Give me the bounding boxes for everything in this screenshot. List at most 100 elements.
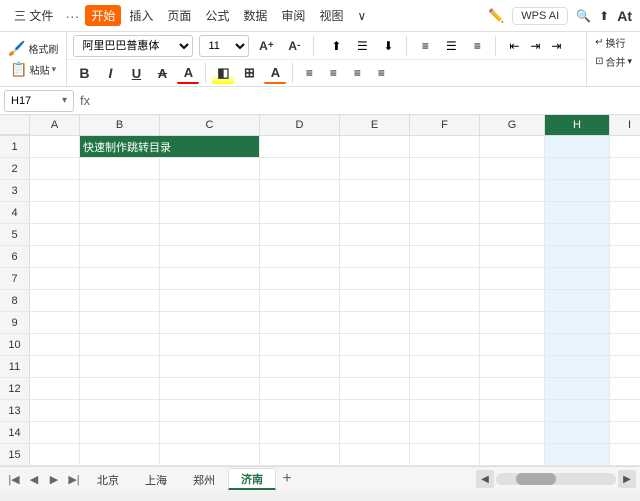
- align-left2-button[interactable]: ≡: [299, 63, 319, 83]
- menu-home[interactable]: 开始: [85, 5, 121, 26]
- row-header-7[interactable]: 7: [0, 268, 30, 289]
- italic-button[interactable]: I: [99, 62, 121, 84]
- row-header-4[interactable]: 4: [0, 202, 30, 223]
- cell-h10[interactable]: [545, 334, 610, 355]
- fx-icon[interactable]: fx: [78, 91, 92, 110]
- cell-d8[interactable]: [260, 290, 340, 311]
- cell-i14[interactable]: [610, 422, 640, 443]
- menu-formula[interactable]: 公式: [199, 5, 235, 26]
- row-header-13[interactable]: 13: [0, 400, 30, 421]
- formula-input[interactable]: [96, 92, 636, 110]
- cell-g4[interactable]: [480, 202, 545, 223]
- cell-h2[interactable]: [545, 158, 610, 179]
- text-color-btn2[interactable]: A: [264, 62, 286, 84]
- cell-c11[interactable]: [160, 356, 260, 377]
- align-top-button[interactable]: ⬆: [326, 36, 346, 56]
- align-justify-button[interactable]: ≡: [371, 63, 391, 83]
- row-header-15[interactable]: 15: [0, 444, 30, 465]
- decrease-indent-button[interactable]: ⇤: [504, 36, 524, 56]
- cell-g7[interactable]: [480, 268, 545, 289]
- col-header-i[interactable]: I: [610, 115, 640, 135]
- col-header-h[interactable]: H: [545, 115, 610, 135]
- cell-h4[interactable]: [545, 202, 610, 223]
- font-color-button[interactable]: A: [177, 62, 199, 84]
- scroll-left-button[interactable]: ◀: [476, 470, 494, 488]
- cell-e1[interactable]: [340, 136, 410, 157]
- row-header-6[interactable]: 6: [0, 246, 30, 267]
- cell-d2[interactable]: [260, 158, 340, 179]
- cell-h9[interactable]: [545, 312, 610, 333]
- cell-e7[interactable]: [340, 268, 410, 289]
- row-header-1[interactable]: 1: [0, 136, 30, 157]
- cell-i15[interactable]: [610, 444, 640, 465]
- cell-h1[interactable]: [545, 136, 610, 157]
- sheet-first-button[interactable]: |◀: [4, 469, 24, 489]
- cell-b2[interactable]: [80, 158, 160, 179]
- font-size-select[interactable]: 11: [199, 35, 249, 57]
- cell-d12[interactable]: [260, 378, 340, 399]
- cell-g12[interactable]: [480, 378, 545, 399]
- sheet-next-button[interactable]: ▶: [44, 469, 64, 489]
- cell-h15[interactable]: [545, 444, 610, 465]
- cell-g15[interactable]: [480, 444, 545, 465]
- cell-e14[interactable]: ✛: [340, 422, 410, 443]
- cell-c3[interactable]: [160, 180, 260, 201]
- cell-h11[interactable]: [545, 356, 610, 377]
- cell-b11[interactable]: [80, 356, 160, 377]
- cell-f6[interactable]: [410, 246, 480, 267]
- cell-h12[interactable]: [545, 378, 610, 399]
- cell-b3[interactable]: [80, 180, 160, 201]
- row-header-3[interactable]: 3: [0, 180, 30, 201]
- col-header-b[interactable]: B: [80, 115, 160, 135]
- at-label[interactable]: At: [617, 8, 632, 24]
- cell-i7[interactable]: [610, 268, 640, 289]
- font-size-increase-button[interactable]: A+: [255, 35, 277, 57]
- cell-c10[interactable]: [160, 334, 260, 355]
- row-header-11[interactable]: 11: [0, 356, 30, 377]
- cell-f12[interactable]: [410, 378, 480, 399]
- align-right-button[interactable]: ≡: [467, 36, 487, 56]
- cell-f14[interactable]: [410, 422, 480, 443]
- cell-g6[interactable]: [480, 246, 545, 267]
- cell-a10[interactable]: [30, 334, 80, 355]
- cell-f4[interactable]: [410, 202, 480, 223]
- cell-g1[interactable]: [480, 136, 545, 157]
- cell-c14[interactable]: [160, 422, 260, 443]
- cell-d9[interactable]: [260, 312, 340, 333]
- col-header-a[interactable]: A: [30, 115, 80, 135]
- scroll-track[interactable]: [496, 473, 616, 485]
- cell-c15[interactable]: [160, 444, 260, 465]
- cell-c5[interactable]: [160, 224, 260, 245]
- row-header-14[interactable]: 14: [0, 422, 30, 443]
- cell-g14[interactable]: [480, 422, 545, 443]
- cell-d1[interactable]: [260, 136, 340, 157]
- cell-g5[interactable]: [480, 224, 545, 245]
- cell-a15[interactable]: [30, 444, 80, 465]
- cell-h6[interactable]: [545, 246, 610, 267]
- cell-e6[interactable]: [340, 246, 410, 267]
- cell-d3[interactable]: [260, 180, 340, 201]
- cell-f8[interactable]: [410, 290, 480, 311]
- cell-h8[interactable]: [545, 290, 610, 311]
- add-sheet-button[interactable]: +: [276, 468, 298, 490]
- align-right2-button[interactable]: ≡: [347, 63, 367, 83]
- select-all-button[interactable]: [0, 115, 30, 135]
- cell-i10[interactable]: [610, 334, 640, 355]
- cell-a4[interactable]: [30, 202, 80, 223]
- cell-a6[interactable]: [30, 246, 80, 267]
- cell-f3[interactable]: [410, 180, 480, 201]
- cell-i4[interactable]: [610, 202, 640, 223]
- cell-a8[interactable]: [30, 290, 80, 311]
- cell-e2[interactable]: [340, 158, 410, 179]
- paste-button[interactable]: 📋 粘贴 ▾: [6, 60, 60, 80]
- sheet-prev-button[interactable]: ◀: [24, 469, 44, 489]
- scroll-thumb[interactable]: [516, 473, 556, 485]
- cell-c13[interactable]: [160, 400, 260, 421]
- cell-h14[interactable]: [545, 422, 610, 443]
- cell-b6[interactable]: [80, 246, 160, 267]
- cell-d11[interactable]: [260, 356, 340, 377]
- cell-h7[interactable]: [545, 268, 610, 289]
- wps-ai-button[interactable]: WPS AI: [512, 7, 568, 25]
- menu-more[interactable]: ···: [61, 6, 83, 26]
- cell-f10[interactable]: [410, 334, 480, 355]
